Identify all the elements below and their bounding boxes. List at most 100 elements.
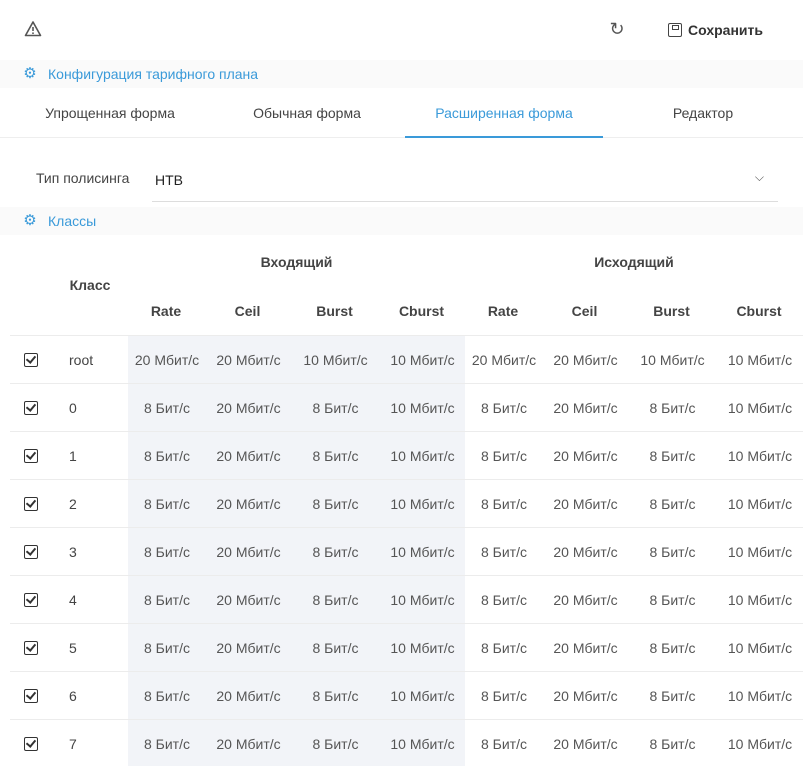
table-cell: 10 Мбит/с [390, 688, 455, 704]
class-name: 2 [69, 496, 77, 512]
table-cell: 8 Бит/с [649, 592, 696, 608]
class-name: 3 [69, 544, 77, 560]
table-cell: 8 Бит/с [312, 592, 359, 608]
table-cell: 20 Мбит/с [134, 352, 200, 368]
table-cell: 8 Бит/с [312, 448, 359, 464]
table-cell: 20 Мбит/с [553, 496, 618, 512]
row-checkbox[interactable] [24, 353, 38, 367]
table-cell: 10 Мбит/с [303, 352, 368, 368]
row-checkbox[interactable] [24, 689, 38, 703]
table-cell: 8 Бит/с [481, 496, 527, 512]
gears-icon: ⚙ [23, 212, 37, 229]
floppy-disk-icon [668, 23, 682, 37]
table-cell: 10 Мбит/с [390, 592, 455, 608]
table-cell: 20 Мбит/с [216, 640, 281, 656]
column-header-in-cburst: Cburst [398, 303, 445, 319]
table-cell: 10 Мбит/с [390, 400, 455, 416]
table-cell: 10 Мбит/с [727, 544, 793, 560]
class-name: root [69, 352, 94, 368]
form-tabs: Упрощенная форма Обычная форма Расширенн… [0, 90, 803, 138]
table-cell: 10 Мбит/с [727, 496, 793, 512]
table-cell: 10 Мбит/с [727, 592, 793, 608]
table-cell: 8 Бит/с [481, 544, 527, 560]
column-header-out-cburst: Cburst [736, 303, 782, 319]
table-cell: 8 Бит/с [144, 496, 190, 512]
table-cell: 8 Бит/с [649, 400, 696, 416]
table-cell: 10 Мбит/с [727, 688, 793, 704]
table-cell: 20 Мбит/с [553, 736, 618, 752]
row-divider [10, 719, 803, 720]
table-cell: 8 Бит/с [312, 400, 359, 416]
table-cell: 8 Бит/с [481, 736, 527, 752]
classes-section-header: ⚙ Классы [0, 207, 803, 235]
policing-type-select[interactable]: HTB ⌵ [152, 162, 778, 202]
column-header-out-burst: Burst [653, 303, 690, 319]
tab-extended[interactable]: Расширенная форма [405, 90, 603, 138]
table-cell: 20 Мбит/с [216, 592, 281, 608]
table-cell: 10 Мбит/с [390, 736, 455, 752]
tab-simplified[interactable]: Упрощенная форма [14, 90, 206, 138]
table-cell: 10 Мбит/с [727, 352, 793, 368]
table-cell: 8 Бит/с [481, 400, 527, 416]
table-cell: 20 Мбит/с [216, 688, 281, 704]
gear-icon: ⚙ [23, 65, 37, 82]
row-divider [10, 623, 803, 624]
table-cell: 20 Мбит/с [553, 544, 618, 560]
row-checkbox[interactable] [24, 641, 38, 655]
table-cell: 8 Бит/с [481, 592, 527, 608]
table-cell: 20 Мбит/с [553, 448, 618, 464]
row-checkbox[interactable] [24, 401, 38, 415]
table-cell: 20 Мбит/с [216, 496, 281, 512]
tab-editor[interactable]: Редактор [604, 90, 802, 138]
table-cell: 20 Мбит/с [216, 544, 281, 560]
column-group-outgoing: Исходящий [594, 254, 674, 270]
save-button[interactable]: Сохранить [668, 18, 763, 42]
toolbar: ↻ Сохранить [0, 0, 803, 60]
table-cell: 8 Бит/с [481, 688, 527, 704]
table-cell: 8 Бит/с [649, 544, 696, 560]
table-cell: 10 Мбит/с [727, 400, 793, 416]
row-checkbox[interactable] [24, 737, 38, 751]
column-header-out-ceil: Ceil [571, 303, 598, 319]
table-cell: 10 Мбит/с [727, 736, 793, 752]
config-section-title: Конфигурация тарифного плана [48, 66, 259, 82]
table-cell: 20 Мбит/с [553, 400, 618, 416]
table-cell: 8 Бит/с [481, 640, 527, 656]
table-cell: 8 Бит/с [144, 592, 190, 608]
refresh-icon[interactable]: ↻ [607, 19, 627, 39]
row-divider [10, 575, 803, 576]
table-cell: 20 Мбит/с [553, 640, 618, 656]
row-checkbox[interactable] [24, 497, 38, 511]
table-cell: 20 Мбит/с [216, 352, 281, 368]
row-checkbox[interactable] [24, 449, 38, 463]
table-cell: 20 Мбит/с [216, 736, 281, 752]
table-cell: 20 Мбит/с [553, 688, 618, 704]
table-cell: 8 Бит/с [649, 640, 696, 656]
table-cell: 10 Мбит/с [390, 544, 455, 560]
column-header-in-rate: Rate [150, 303, 182, 319]
row-divider [10, 527, 803, 528]
table-cell: 8 Бит/с [312, 688, 359, 704]
table-cell: 8 Бит/с [649, 448, 696, 464]
table-cell: 10 Мбит/с [390, 352, 455, 368]
table-cell: 10 Мбит/с [390, 496, 455, 512]
table-cell: 10 Мбит/с [727, 640, 793, 656]
column-header-in-ceil: Ceil [234, 303, 261, 319]
table-cell: 8 Бит/с [144, 448, 190, 464]
row-divider [10, 383, 803, 384]
row-divider [10, 479, 803, 480]
warning-icon[interactable] [24, 20, 42, 38]
table-cell: 8 Бит/с [312, 640, 359, 656]
row-divider [10, 335, 803, 336]
row-divider [10, 431, 803, 432]
table-cell: 8 Бит/с [144, 400, 190, 416]
table-cell: 8 Бит/с [312, 544, 359, 560]
table-cell: 8 Бит/с [481, 448, 527, 464]
tab-regular[interactable]: Обычная форма [210, 90, 404, 138]
row-checkbox[interactable] [24, 593, 38, 607]
table-cell: 8 Бит/с [144, 640, 190, 656]
table-cell: 20 Мбит/с [471, 352, 537, 368]
class-name: 5 [69, 640, 77, 656]
config-section-header: ⚙ Конфигурация тарифного плана [0, 60, 803, 88]
row-checkbox[interactable] [24, 545, 38, 559]
